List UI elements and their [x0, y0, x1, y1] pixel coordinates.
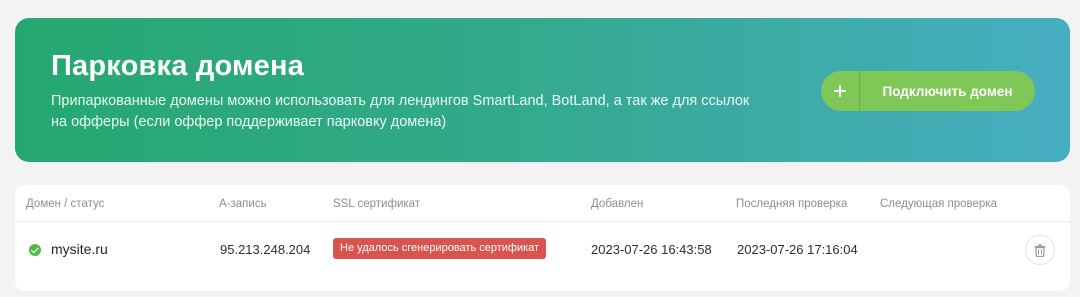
a-record-value: 95.213.248.204 — [220, 242, 311, 257]
plus-icon — [821, 71, 860, 111]
page-title: Парковка домена — [51, 50, 305, 82]
added-date: 2023-07-26 16:43:58 — [591, 242, 712, 257]
header-added[interactable]: Добавлен — [591, 198, 643, 210]
domain-name[interactable]: mysite.ru — [51, 241, 108, 257]
header-domain-status[interactable]: Домен / статус — [26, 198, 104, 210]
domains-table: Домен / статус А-запись SSL сертификат Д… — [15, 185, 1070, 291]
delete-domain-button[interactable] — [1025, 235, 1055, 265]
header-next-check[interactable]: Следующая проверка — [880, 198, 997, 210]
check-circle-icon — [29, 244, 41, 256]
trash-icon — [1034, 243, 1046, 257]
table-row: mysite.ru 95.213.248.204 Не удалось сген… — [15, 223, 1070, 279]
table-header: Домен / статус А-запись SSL сертификат Д… — [15, 185, 1070, 222]
last-check-date: 2023-07-26 17:16:04 — [737, 242, 858, 257]
banner-description: Припаркованные домены можно использовать… — [51, 93, 750, 130]
connect-domain-button[interactable]: Подключить домен — [821, 71, 1035, 111]
header-ssl[interactable]: SSL сертификат — [333, 198, 420, 210]
header-last-check[interactable]: Последняя проверка — [736, 198, 847, 210]
connect-domain-label: Подключить домен — [882, 83, 1013, 99]
ssl-status-badge: Не удалось сгенерировать сертификат — [333, 238, 547, 259]
header-a-record[interactable]: А-запись — [219, 198, 267, 210]
domain-parking-banner: Парковка домена Припаркованные домены мо… — [15, 18, 1070, 162]
